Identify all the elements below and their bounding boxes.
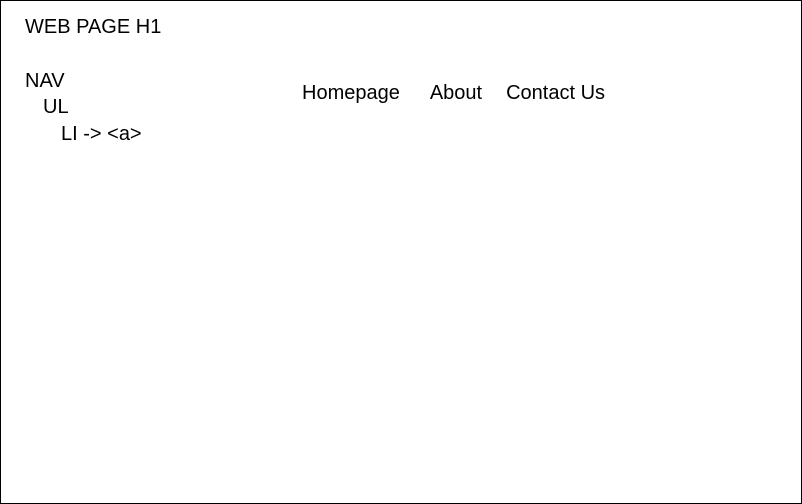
nav-links: Homepage About Contact Us [302, 81, 605, 105]
page-title: WEB PAGE H1 [25, 16, 162, 38]
li-label: LI -> <a> [61, 123, 142, 145]
nav-link-contact-us[interactable]: Contact Us [506, 81, 605, 105]
ul-label: UL [43, 96, 69, 118]
nav-label: NAV [25, 70, 65, 92]
nav-link-about[interactable]: About [430, 81, 482, 105]
page-frame: WEB PAGE H1 NAV UL LI -> <a> Homepage Ab… [0, 0, 802, 504]
nav-link-homepage[interactable]: Homepage [302, 81, 400, 105]
